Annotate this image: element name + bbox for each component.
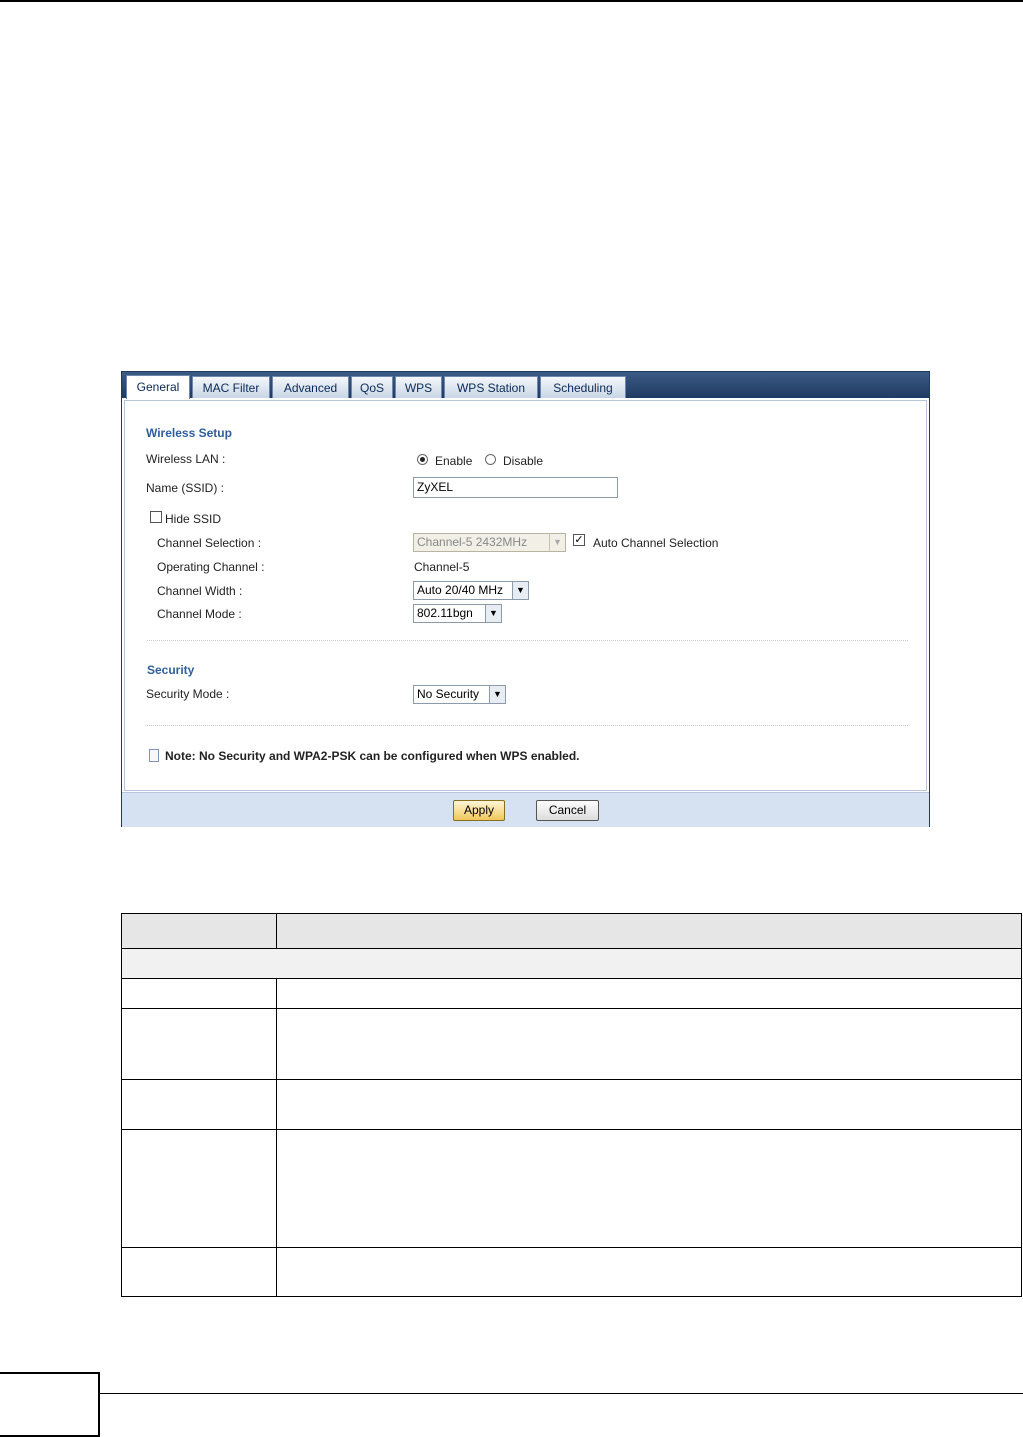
- hide-ssid-checkbox[interactable]: [150, 511, 162, 523]
- ssid-input[interactable]: ZyXEL: [413, 477, 618, 498]
- chevron-down-icon: ▼: [485, 605, 501, 622]
- note-text: Note: No Security and WPA2-PSK can be co…: [165, 749, 580, 763]
- apply-button[interactable]: Apply: [453, 800, 505, 821]
- tab-wps[interactable]: WPS: [395, 376, 442, 398]
- table-row: [121, 1008, 1022, 1079]
- table-row: [121, 978, 1022, 1008]
- channel-mode-label: Channel Mode :: [157, 607, 242, 621]
- note-icon: [149, 749, 159, 762]
- security-title: Security: [147, 663, 195, 677]
- button-bar: Apply Cancel: [122, 792, 929, 827]
- tab-qos[interactable]: QoS: [351, 376, 393, 398]
- wireless-settings-panel: General MAC Filter Advanced QoS WPS WPS …: [121, 371, 930, 827]
- security-mode-label: Security Mode :: [146, 687, 230, 701]
- table-header-row: [121, 913, 1022, 948]
- top-rule: [0, 0, 1023, 2]
- table-row: [121, 1247, 1022, 1297]
- content-area: Wireless Setup Wireless LAN : Enable Dis…: [124, 400, 927, 791]
- tab-wps-station[interactable]: WPS Station: [444, 376, 538, 398]
- wireless-lan-label: Wireless LAN :: [146, 452, 226, 466]
- description-table: [121, 913, 1022, 1297]
- tab-advanced[interactable]: Advanced: [272, 376, 349, 398]
- wireless-setup-title: Wireless Setup: [146, 426, 232, 440]
- channel-selection-label: Channel Selection :: [157, 536, 262, 550]
- operating-channel-label: Operating Channel :: [157, 560, 265, 574]
- tab-general[interactable]: General: [126, 375, 190, 399]
- chevron-down-icon: ▼: [512, 582, 528, 599]
- channel-mode-value: 802.11bgn: [417, 606, 473, 620]
- channel-selection-select: Channel-5 2432MHz ▼: [413, 533, 566, 552]
- cancel-button[interactable]: Cancel: [536, 800, 599, 821]
- channel-width-select[interactable]: Auto 20/40 MHz ▼: [413, 581, 529, 600]
- auto-channel-label: Auto Channel Selection: [593, 536, 719, 550]
- footer-rule: [100, 1393, 1023, 1394]
- tab-mac-filter[interactable]: MAC Filter: [192, 376, 270, 398]
- divider: [147, 640, 908, 641]
- wlan-disable-radio[interactable]: [485, 454, 496, 465]
- operating-channel-value: Channel-5: [414, 560, 470, 574]
- table-row: [121, 1079, 1022, 1129]
- ssid-label: Name (SSID) :: [146, 481, 225, 495]
- channel-mode-select[interactable]: 802.11bgn ▼: [413, 604, 502, 623]
- auto-channel-checkbox[interactable]: ✓: [573, 534, 585, 546]
- channel-width-label: Channel Width :: [157, 584, 243, 598]
- tab-bar: General MAC Filter Advanced QoS WPS WPS …: [122, 372, 929, 399]
- wlan-enable-label: Enable: [435, 454, 473, 468]
- security-mode-select[interactable]: No Security ▼: [413, 685, 506, 704]
- security-mode-value: No Security: [417, 687, 480, 701]
- wlan-disable-label: Disable: [503, 454, 544, 468]
- hide-ssid-label: Hide SSID: [165, 512, 222, 526]
- table-section-row: [121, 948, 1022, 978]
- table-row: [121, 1129, 1022, 1247]
- wlan-enable-radio[interactable]: [417, 454, 428, 465]
- channel-selection-value: Channel-5 2432MHz: [417, 535, 528, 549]
- page-number-box: [0, 1372, 100, 1437]
- channel-width-value: Auto 20/40 MHz: [417, 583, 504, 597]
- chevron-down-icon: ▼: [549, 534, 565, 551]
- divider: [147, 725, 908, 726]
- chevron-down-icon: ▼: [489, 686, 505, 703]
- tab-scheduling[interactable]: Scheduling: [540, 376, 626, 398]
